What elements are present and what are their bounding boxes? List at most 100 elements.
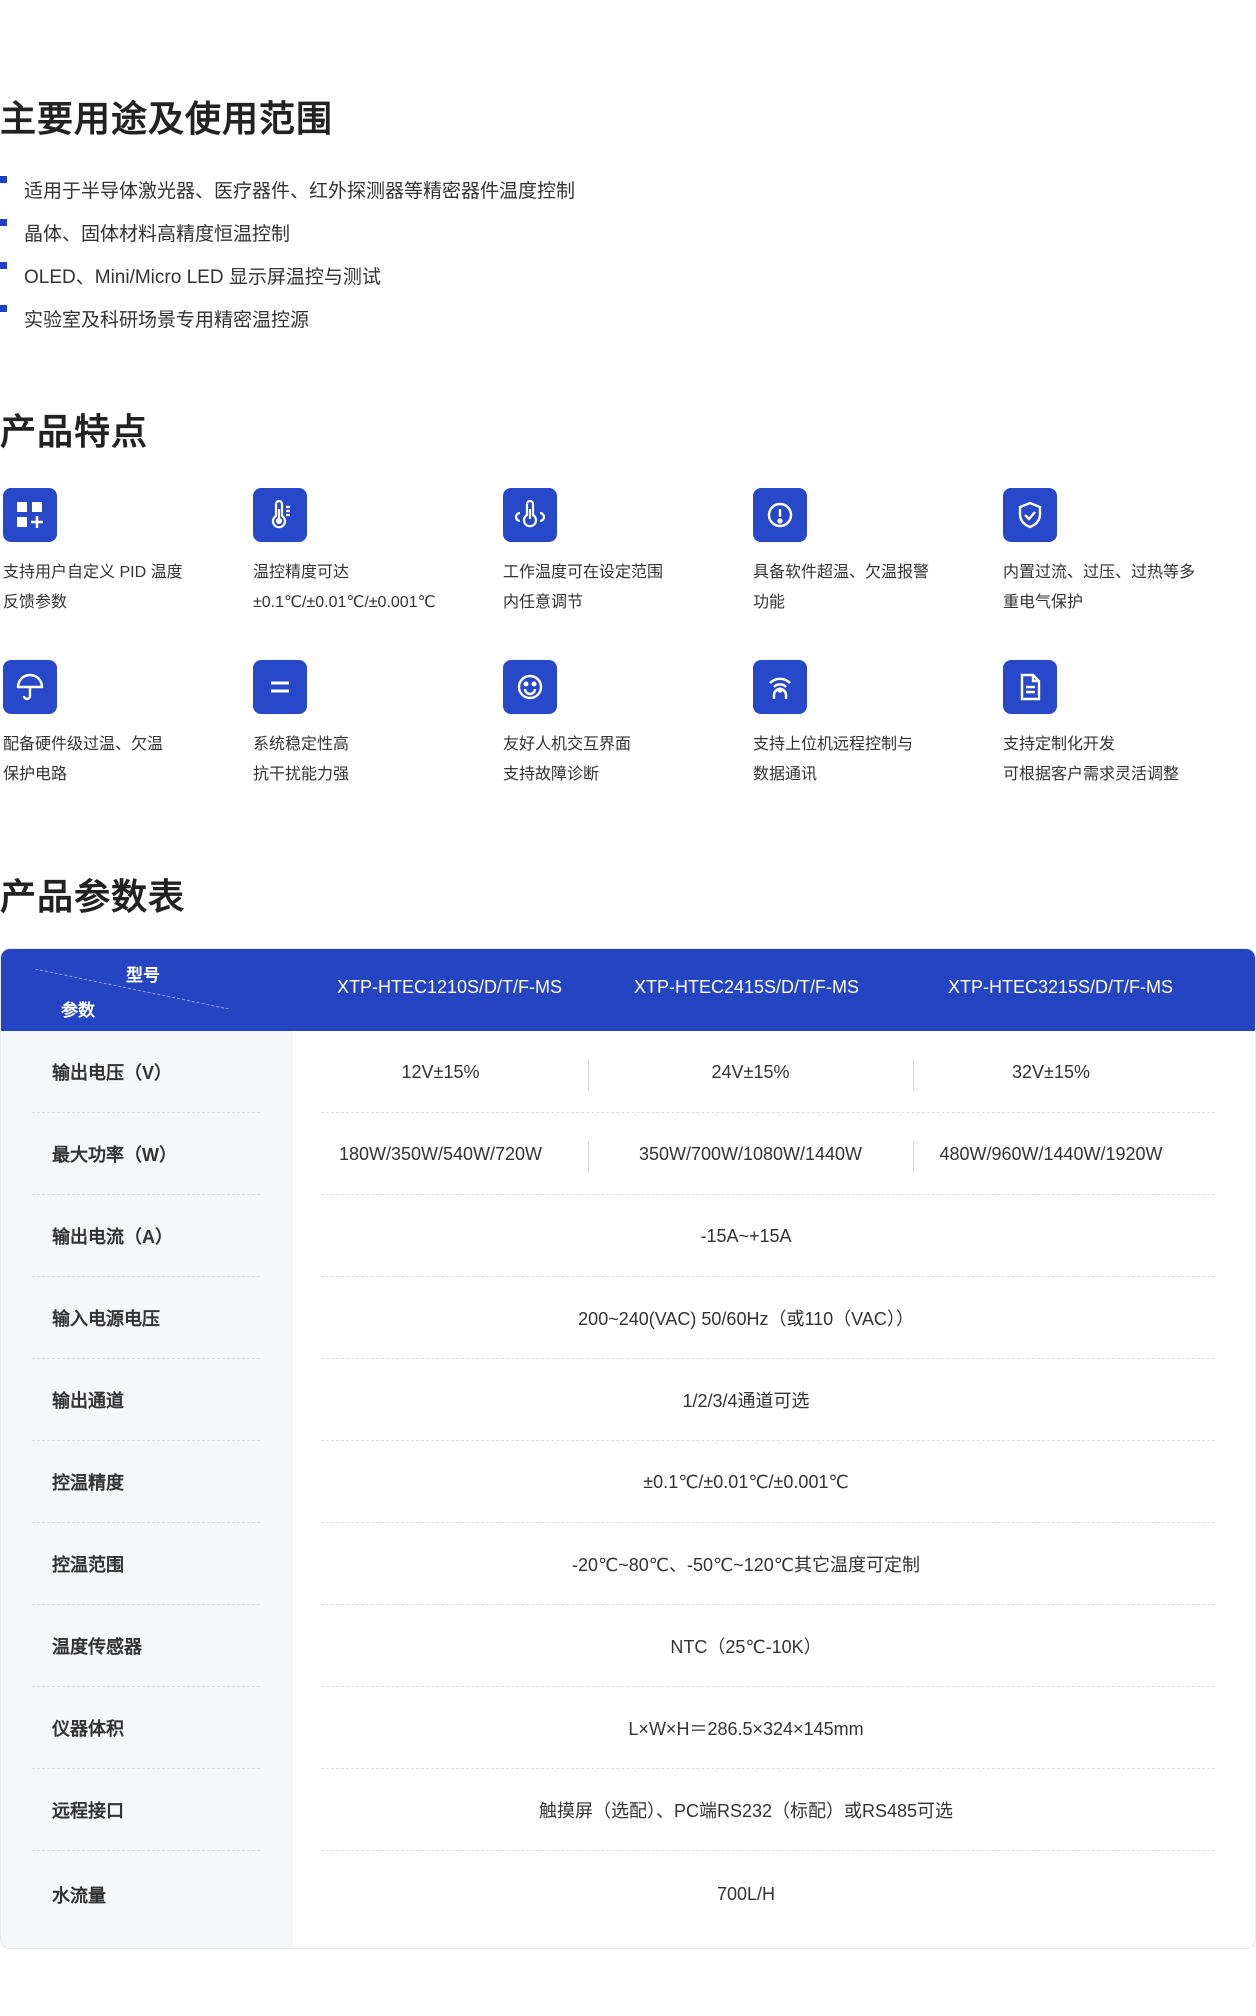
feature-text: 友好人机交互界面 — [503, 736, 632, 753]
usage-item: 晶体、固体材料高精度恒温控制 — [0, 211, 900, 254]
feature-text: 支持上位机远程控制与 — [753, 736, 914, 753]
table-row: 仪器体积 L×W×H＝286.5×324×145mm — [1, 1687, 1255, 1769]
feature-card: 支持用户自定义 PID 温度 反馈参数 — [3, 488, 243, 618]
document-icon — [1003, 660, 1057, 714]
param-label: 输出电压（V） — [52, 1063, 173, 1083]
bullet-marker — [0, 262, 7, 269]
feature-card: 支持定制化开发可根据客户需求灵活调整 — [1003, 660, 1243, 790]
feature-card: 支持上位机远程控制与 数据通讯 — [753, 660, 993, 790]
feature-text: 配备硬件级过温、欠温 — [3, 736, 164, 753]
thermometer-icon — [253, 488, 307, 542]
feature-text: 抗干扰能力强 — [253, 766, 350, 783]
feature-text: 功能 — [753, 594, 786, 611]
param-value-cell: NTC（25℃-10K） — [670, 1637, 822, 1657]
param-value-cell: L×W×H＝286.5×324×145mm — [628, 1719, 864, 1739]
usage-item: 实验室及科研场景专用精密温控源 — [0, 297, 900, 340]
alert-circle-icon — [753, 488, 807, 542]
param-value-cell: 200~240(VAC) 50/60Hz（或110（VAC）） — [578, 1309, 914, 1329]
cell-divider — [588, 1141, 589, 1173]
bullet-marker — [0, 176, 7, 183]
params-table: 型号 参数 XTP-HTEC1210S/D/T/F-MS XTP-HTEC241… — [0, 948, 1256, 1949]
table-row: 控温范围 -20℃~80℃、-50℃~120℃其它温度可定制 — [1, 1523, 1255, 1605]
param-value-cell: 24V±15% — [711, 1061, 790, 1082]
feature-card: 友好人机交互界面 支持故障诊断 — [503, 660, 743, 790]
table-row: 输出通道 1/2/3/4通道可选 — [1, 1359, 1255, 1441]
usage-item-text: OLED、Mini/Micro LED 显示屏温控与测试 — [24, 267, 381, 288]
table-row: 输出电流（A） -15A~+15A — [1, 1195, 1255, 1277]
param-label: 水流量 — [52, 1885, 106, 1906]
param-label: 输入电源电压 — [52, 1309, 160, 1329]
param-label: 远程接口 — [52, 1801, 124, 1821]
param-label: 最大功率（W） — [52, 1145, 177, 1165]
feature-text: 支持故障诊断 — [503, 766, 600, 783]
param-label: 控温精度 — [52, 1473, 124, 1493]
feature-card: 温控精度可达 ±0.1℃/±0.01℃/±0.001℃ — [253, 488, 493, 618]
feature-text: 反馈参数 — [3, 594, 68, 611]
param-value-cell: 700L/H — [716, 1884, 776, 1904]
temperature-range-icon — [503, 488, 557, 542]
smile-face-icon — [503, 660, 557, 714]
table-row: 控温精度 ±0.1℃/±0.01℃/±0.001℃ — [1, 1441, 1255, 1523]
header-model-column: XTP-HTEC3215S/D/T/F-MS — [948, 977, 1174, 997]
param-value-cell: 1/2/3/4通道可选 — [682, 1391, 810, 1411]
usage-list: 适用于半导体激光器、医疗器件、红外探测器等精密器件温度控制 晶体、固体材料高精度… — [0, 168, 900, 340]
bullet-marker — [0, 219, 7, 226]
cell-divider — [913, 1141, 914, 1173]
umbrella-icon — [3, 660, 57, 714]
param-value-cell: 180W/350W/540W/720W — [338, 1143, 543, 1164]
param-value-cell: -20℃~80℃、-50℃~120℃其它温度可定制 — [572, 1555, 920, 1575]
feature-text: 内任意调节 — [503, 594, 584, 611]
table-row: 最大功率（W） 180W/350W/540W/720W 350W/700W/1080… — [1, 1113, 1255, 1195]
shield-check-icon — [1003, 488, 1057, 542]
param-value-cell: ±0.1℃/±0.01℃/±0.001℃ — [643, 1471, 849, 1492]
usage-item-text: 晶体、固体材料高精度恒温控制 — [24, 224, 291, 245]
header-model-column: XTP-HTEC2415S/D/T/F-MS — [634, 977, 860, 997]
param-label: 输出电流（A） — [52, 1227, 173, 1247]
bullet-marker — [0, 305, 7, 312]
header-model-label: 型号 — [126, 966, 160, 985]
table-row: 远程接口 触摸屏（选配）、PC端RS232（标配）或RS485可选 — [1, 1769, 1255, 1851]
feature-text: 温控精度可达 — [253, 564, 350, 581]
feature-text: 可根据客户需求灵活调整 — [1003, 766, 1180, 783]
feature-card: 配备硬件级过温、欠温 保护电路 — [3, 660, 243, 790]
feature-text: 支持定制化开发 — [1003, 736, 1116, 753]
features-section-title: 产品特点 — [0, 411, 149, 452]
feature-text: 工作温度可在设定范围 — [503, 564, 664, 581]
params-section-title: 产品参数表 — [0, 876, 186, 917]
usage-section-title: 主要用途及使用范围 — [0, 98, 334, 139]
header-model-column: XTP-HTEC1210S/D/T/F-MS — [337, 977, 563, 997]
feature-text: 具备软件超温、欠温报警 — [753, 564, 930, 581]
usage-item: OLED、Mini/Micro LED 显示屏温控与测试 — [0, 254, 900, 297]
param-value-cell: 350W/700W/1080W/1440W — [638, 1143, 863, 1164]
feature-text: 数据通讯 — [753, 766, 818, 783]
usage-item-text: 适用于半导体激光器、医疗器件、红外探测器等精密器件温度控制 — [24, 181, 576, 202]
feature-text: ±0.1℃/±0.01℃/±0.001℃ — [253, 594, 436, 611]
param-label: 温度传感器 — [52, 1637, 142, 1657]
table-row: 水流量 700L/H — [1, 1851, 1255, 1938]
param-label: 控温范围 — [52, 1555, 124, 1575]
feature-text: 重电气保护 — [1003, 594, 1084, 611]
param-label: 输出通道 — [52, 1391, 124, 1411]
feature-card: 内置过流、过压、过热等多 重电气保护 — [1003, 488, 1243, 618]
cell-divider — [588, 1059, 589, 1091]
param-value-cell: 480W/960W/1440W/1920W — [939, 1143, 1163, 1164]
feature-card: 工作温度可在设定范围 内任意调节 — [503, 488, 743, 618]
param-label: 仪器体积 — [52, 1719, 124, 1739]
wireless-signal-icon — [753, 660, 807, 714]
usage-item: 适用于半导体激光器、医疗器件、红外探测器等精密器件温度控制 — [0, 168, 900, 211]
param-value-cell: -15A~+15A — [700, 1225, 792, 1246]
param-value-cell: 12V±15% — [401, 1061, 480, 1082]
table-header: 型号 参数 XTP-HTEC1210S/D/T/F-MS XTP-HTEC241… — [1, 949, 1255, 1031]
param-value-cell: 触摸屏（选配）、PC端RS232（标配）或RS485可选 — [538, 1801, 954, 1821]
header-param-label: 参数 — [61, 1001, 95, 1020]
feature-card: 系统稳定性高 抗干扰能力强 — [253, 660, 493, 790]
table-row: 输出电压（V） 12V±15% 24V±15% 32V±15% — [1, 1031, 1255, 1113]
feature-text: 系统稳定性高 — [253, 736, 350, 753]
feature-card: 具备软件超温、欠温报警 功能 — [753, 488, 993, 618]
apps-grid-icon — [3, 488, 57, 542]
usage-item-text: 实验室及科研场景专用精密温控源 — [24, 310, 310, 331]
feature-text: 支持用户自定义 PID 温度 — [3, 564, 183, 581]
equals-icon — [253, 660, 307, 714]
feature-text: 内置过流、过压、过热等多 — [1003, 564, 1196, 581]
table-row: 温度传感器 NTC（25℃-10K） — [1, 1605, 1255, 1687]
